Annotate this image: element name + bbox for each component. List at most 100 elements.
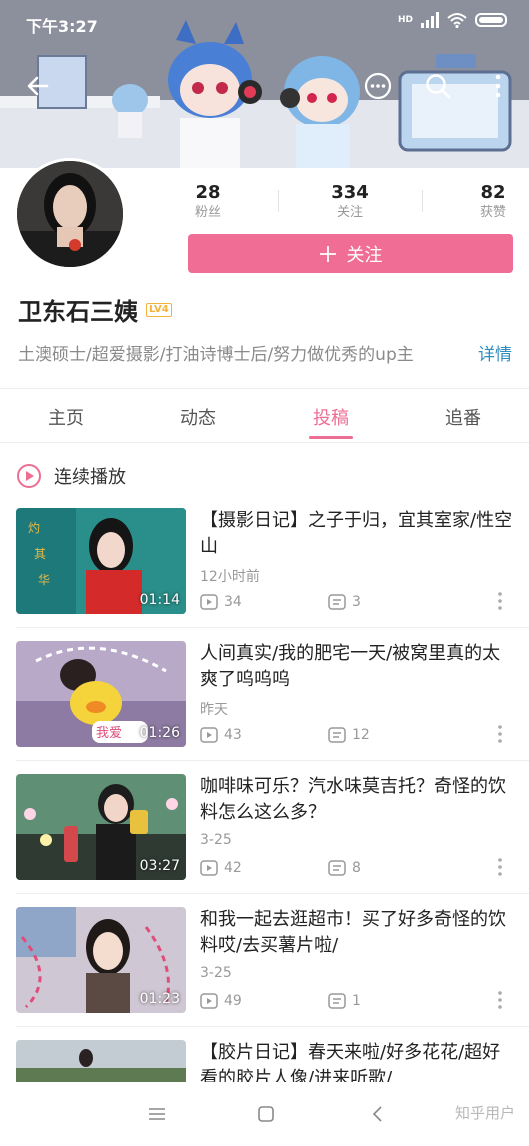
back-chevron-icon [372,1106,382,1122]
system-nav-bar: 知乎用户 [0,1082,529,1146]
danmaku-icon [328,727,346,743]
play-count-value: 34 [224,594,242,610]
tab-uploads[interactable]: 投稿 [265,404,397,430]
video-title[interactable]: 人间真实/我的肥宅一天/被窝里真的太爽了呜呜呜 [200,641,518,693]
more-options-button[interactable] [358,66,398,106]
video-time: 昨天 [200,702,228,718]
play-count: 49 [200,993,242,1009]
tab-bangumi[interactable]: 追番 [397,404,529,430]
danmaku-count-value: 3 [352,594,361,610]
fans-label: 粉丝 [194,205,221,220]
tab-dynamics[interactable]: 动态 [132,404,264,430]
svg-text:华: 华 [38,573,50,587]
back-nav-button[interactable] [362,1102,392,1126]
danmaku-count: 3 [328,594,361,610]
danmaku-count: 12 [328,727,370,743]
video-title[interactable]: 【胶片日记】春天来啦/好多花花/超好看的胶片人像/进来听歌/ [200,1040,518,1082]
home-square-icon [258,1106,274,1122]
video-thumbnail[interactable]: 灼 其 华 01:14 [16,508,186,614]
wifi-icon [447,13,467,28]
vertical-dots-icon [495,74,501,98]
continuous-play-label: 连续播放 [54,467,126,488]
play-count-icon [200,594,218,610]
danmaku-icon [328,594,346,610]
video-title[interactable]: 【摄影日记】之子于归，宜其室家/性空山 [200,508,518,560]
following-stat[interactable]: 334 关注 [326,182,374,222]
tab-active-indicator [309,436,353,439]
thumbnail-image [16,1040,186,1082]
section-divider [0,388,529,389]
app-root: 下午3:27 HD 28 粉丝 334 关注 82 获赞 关注 卫东石三姨 LV… [0,0,529,1146]
video-thumbnail[interactable]: 03:27 [16,774,186,880]
list-divider [16,1026,529,1027]
svg-text:我爱: 我爱 [96,726,122,741]
detail-link[interactable]: 详情 [478,340,512,365]
video-time: 3-25 [200,965,232,981]
hd-badge: HD [397,15,413,25]
play-count-value: 49 [224,993,242,1009]
video-meta: 43 12 [200,727,370,743]
play-count: 43 [200,727,242,743]
danmaku-count-value: 1 [352,993,361,1009]
video-thumbnail[interactable] [16,1040,186,1082]
play-circle-icon [17,464,41,488]
video-item[interactable]: 03:27 咖啡味可乐？汽水味莫吉托？奇怪的饮料怎么这么多？ 3-25 42 8 [0,774,529,907]
home-button[interactable] [251,1102,281,1126]
video-thumbnail[interactable]: 01:23 [16,907,186,1013]
avatar[interactable] [14,158,126,270]
stat-divider [422,190,423,212]
video-duration: 01:26 [139,725,180,741]
likes-count: 82 [480,182,506,203]
video-item[interactable]: 01:23 和我一起去逛超市！买了好多奇怪的饮料哎/去买薯片啦/ 3-25 49… [0,907,529,1040]
video-item[interactable]: 【胶片日记】春天来啦/好多花花/超好看的胶片人像/进来听歌/ [0,1040,529,1082]
video-thumbnail[interactable]: 我爱 01:26 [16,641,186,747]
following-label: 关注 [336,205,363,220]
fans-stat[interactable]: 28 粉丝 [190,182,226,222]
status-bar: 下午3:27 HD [0,0,529,46]
back-button[interactable] [18,66,58,106]
video-item[interactable]: 灼 其 华 01:14 【摄影日记】之子于归，宜其室家/性空山 12小时前 34… [0,508,529,641]
menu-button[interactable] [478,66,518,106]
fans-count: 28 [195,182,221,203]
follow-button[interactable]: 关注 [188,234,513,273]
play-count-value: 42 [224,860,242,876]
status-icons: HD [398,12,509,28]
danmaku-icon [328,860,346,876]
profile-tabs: 主页 动态 投稿 追番 [0,390,529,442]
play-count-icon [200,727,218,743]
video-more-icon[interactable] [493,723,507,745]
level-badge: LV4 [146,302,172,317]
list-divider [16,760,529,761]
video-more-icon[interactable] [493,856,507,878]
search-button[interactable] [418,66,458,106]
video-duration: 01:14 [139,592,180,608]
video-item[interactable]: 我爱 01:26 人间真实/我的肥宅一天/被窝里真的太爽了呜呜呜 昨天 43 1… [0,641,529,774]
video-duration: 01:23 [139,991,180,1007]
list-divider [16,627,529,628]
recents-button[interactable] [142,1102,172,1126]
video-time: 3-25 [200,832,232,848]
play-count-icon [200,993,218,1009]
video-title[interactable]: 和我一起去逛超市！买了好多奇怪的饮料哎/去买薯片啦/ [200,907,518,959]
video-title[interactable]: 咖啡味可乐？汽水味莫吉托？奇怪的饮料怎么这么多？ [200,774,518,826]
svg-text:灼: 灼 [28,520,40,535]
search-icon [426,74,451,99]
play-count-icon [200,860,218,876]
danmaku-count-value: 12 [352,727,370,743]
tab-home[interactable]: 主页 [0,404,132,430]
menu-lines-icon [149,1108,165,1120]
follow-label: 关注 [346,244,383,266]
likes-stat[interactable]: 82 获赞 [474,182,512,222]
continuous-play-button[interactable]: 连续播放 [16,463,126,489]
danmaku-count: 1 [328,993,361,1009]
danmaku-count-value: 8 [352,860,361,876]
list-divider [16,893,529,894]
video-meta: 42 8 [200,860,361,876]
video-more-icon[interactable] [493,989,507,1011]
video-more-icon[interactable] [493,590,507,612]
stat-divider [278,190,279,212]
danmaku-icon [328,993,346,1009]
likes-label: 获赞 [479,205,506,220]
svg-text:其: 其 [34,547,46,561]
danmaku-count: 8 [328,860,361,876]
